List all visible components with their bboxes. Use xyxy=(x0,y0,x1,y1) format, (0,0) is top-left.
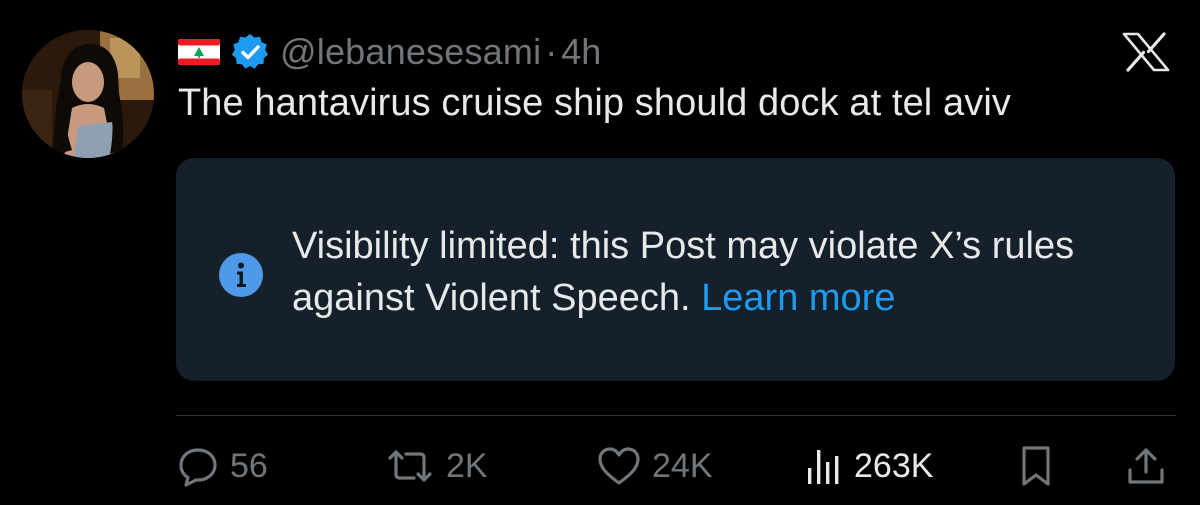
lebanon-flag-icon xyxy=(178,39,220,65)
bookmark-button[interactable] xyxy=(1018,436,1054,496)
visibility-notice: Visibility limited: this Post may violat… xyxy=(176,158,1175,381)
bookmark-icon xyxy=(1022,446,1050,486)
avatar[interactable] xyxy=(22,30,154,158)
repost-count: 2K xyxy=(446,446,488,485)
share-button[interactable] xyxy=(1124,436,1168,496)
views-chart-icon xyxy=(808,450,839,484)
like-button[interactable]: 24K xyxy=(596,436,713,496)
views-button[interactable]: 263K xyxy=(804,436,933,496)
reply-count: 56 xyxy=(230,446,268,485)
heart-icon xyxy=(598,447,640,485)
x-logo-icon xyxy=(1122,32,1170,72)
views-count: 263K xyxy=(854,446,934,485)
like-count: 24K xyxy=(652,446,713,485)
header-separator: · xyxy=(545,31,558,72)
author-handle[interactable]: @lebanesesami xyxy=(280,31,541,73)
verified-badge-icon[interactable] xyxy=(230,32,270,72)
repost-icon xyxy=(388,450,432,482)
learn-more-link[interactable]: Learn more xyxy=(701,277,895,319)
post-timestamp[interactable]: 4h xyxy=(561,31,601,73)
notice-message: Visibility limited: this Post may violat… xyxy=(292,225,1075,319)
post: @lebanesesami · 4h The hantavirus cruise… xyxy=(0,0,1200,505)
post-text: The hantavirus cruise ship should dock a… xyxy=(178,82,1011,124)
reply-button[interactable]: 56 xyxy=(176,436,268,496)
share-icon xyxy=(1128,448,1164,484)
info-icon xyxy=(219,253,263,297)
notice-text: Visibility limited: this Post may violat… xyxy=(292,220,1152,324)
action-bar: 56 2K 24K 263K xyxy=(0,436,1200,496)
divider xyxy=(176,415,1176,416)
reply-icon xyxy=(179,448,217,487)
repost-button[interactable]: 2K xyxy=(384,436,488,496)
post-header: @lebanesesami · 4h xyxy=(178,28,601,76)
